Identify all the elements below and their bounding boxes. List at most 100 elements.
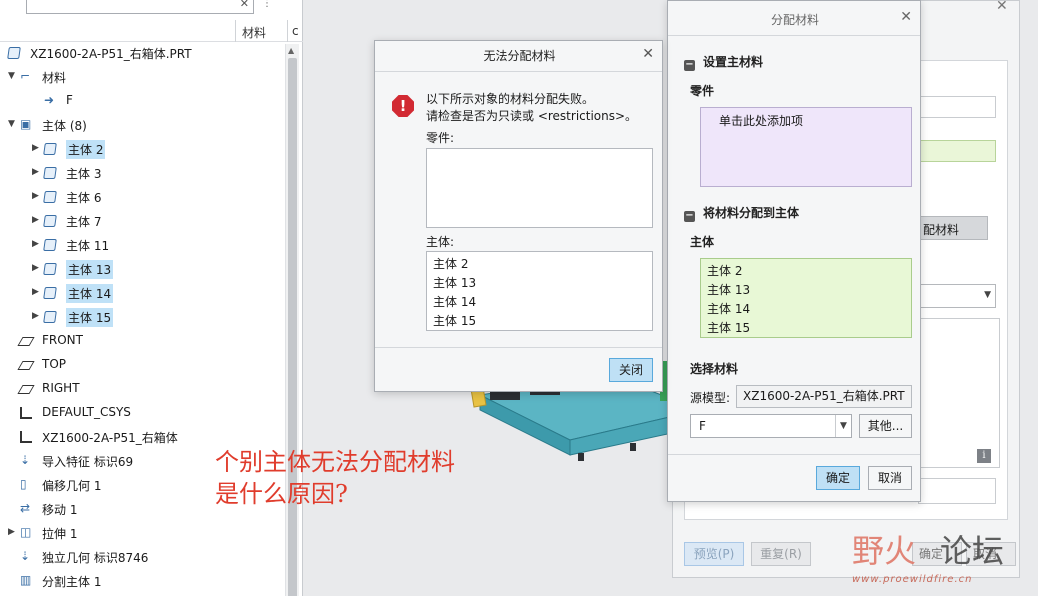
tree-row[interactable]: ▥ 分割主体 1 [0, 570, 284, 592]
tree-row[interactable]: ▶ 主体 13 [0, 258, 284, 280]
preview-button[interactable]: 预览(P) [684, 542, 744, 566]
tree-row[interactable]: ▶ 主体 7 [0, 210, 284, 232]
chevron-down-icon[interactable]: ▼ [835, 415, 851, 437]
tree-row-label: TOP [42, 357, 67, 371]
clear-icon[interactable]: ✕ [240, 0, 249, 10]
column-material-header[interactable]: 材料 [242, 24, 266, 41]
tree-row[interactable]: ▶ 主体 15 [0, 306, 284, 328]
datum-plane-icon [17, 337, 35, 346]
tree-row[interactable]: ▶ ◫ 拉伸 1 [0, 522, 284, 544]
assign-material-button[interactable]: 配材料 [918, 216, 988, 240]
dialog-title: 分配材料 [770, 13, 819, 27]
other-material-button[interactable]: 其他... [859, 414, 912, 438]
bodies-collector[interactable]: 主体 2 主体 13 主体 14 主体 15 [700, 258, 912, 338]
collapse-icon[interactable]: − [684, 211, 695, 222]
background-field[interactable] [918, 478, 996, 504]
collapse-icon[interactable]: − [684, 60, 695, 71]
tree-row-label: 主体 3 [66, 167, 102, 181]
tree-row[interactable]: TOP [0, 354, 284, 376]
expand-right-icon[interactable]: ▶ [32, 191, 42, 201]
list-item[interactable]: 主体 15 [433, 312, 646, 331]
split-body-icon: ▥ [20, 573, 32, 587]
background-list-area[interactable] [918, 318, 1000, 468]
tree-row[interactable]: ▶ 主体 6 [0, 186, 284, 208]
tree-row[interactable]: XZ1600-2A-P51_右箱体.PRT [0, 42, 284, 64]
close-icon[interactable]: ✕ [642, 46, 654, 62]
expand-right-icon[interactable]: ▶ [32, 215, 42, 225]
tree-scrollbar[interactable]: ▲ [285, 44, 299, 596]
expand-down-icon[interactable]: ▼ [8, 119, 18, 129]
tree-row[interactable]: ▼ ▣ 主体 (8) [0, 114, 284, 136]
body-icon [43, 167, 57, 179]
failed-parts-list[interactable] [426, 148, 653, 228]
tree-search-input[interactable]: ✕ [26, 0, 254, 14]
list-item[interactable]: 主体 14 [433, 293, 646, 312]
expand-down-icon[interactable]: ▼ [8, 71, 18, 81]
background-dropdown[interactable]: ▼ [918, 284, 996, 308]
parts-label: 零件: [426, 131, 455, 145]
material-select[interactable]: F ▼ [690, 414, 852, 438]
expand-right-icon[interactable]: ▶ [32, 311, 42, 321]
body-icon [7, 47, 21, 59]
source-model-field[interactable]: XZ1600-2A-P51_右箱体.PRT [736, 385, 912, 408]
body-icon [43, 263, 57, 275]
list-item[interactable]: 主体 15 [707, 319, 905, 338]
chevron-down-icon[interactable]: ▼ [984, 290, 991, 300]
tree-row[interactable]: ▼ ⌐ 材料 [0, 66, 284, 88]
list-item[interactable]: 主体 14 [707, 300, 905, 319]
list-item[interactable]: 主体 2 [707, 262, 905, 281]
ok-button[interactable]: 确定 [816, 466, 860, 490]
watermark-text: 论坛 [940, 532, 1005, 570]
select-material-label: 选择材料 [690, 362, 739, 376]
cancel-button[interactable]: 取消 [868, 466, 912, 490]
body-icon [43, 143, 57, 155]
tree-row[interactable]: ▶ 主体 14 [0, 282, 284, 304]
expand-right-icon[interactable]: ▶ [8, 527, 18, 537]
column-c-header[interactable]: c [292, 24, 299, 38]
close-button[interactable]: 关闭 [609, 358, 653, 382]
tree-row[interactable]: DEFAULT_CSYS [0, 402, 284, 424]
reset-button[interactable]: 重复(R) [751, 542, 811, 566]
background-field-highlighted[interactable] [918, 140, 996, 162]
column-separator[interactable] [287, 20, 288, 42]
annotation-line-2: 是什么原因? [215, 480, 348, 508]
list-item[interactable]: 主体 13 [707, 281, 905, 300]
watermark-text: 野火 [852, 532, 917, 570]
list-item[interactable]: 主体 13 [433, 274, 646, 293]
tree-scrollbar-thumb[interactable] [288, 58, 297, 596]
tree-row[interactable]: ⇣ 独立几何 标识8746 [0, 546, 284, 568]
expand-right-icon[interactable]: ▶ [32, 263, 42, 273]
failed-bodies-list[interactable]: 主体 2 主体 13 主体 14 主体 15 [426, 251, 653, 331]
close-icon[interactable]: ✕ [996, 0, 1008, 14]
info-icon[interactable]: i [977, 449, 991, 463]
tree-row-label: 导入特征 标识69 [42, 455, 134, 469]
csys-icon [20, 431, 32, 443]
body-icon [43, 311, 57, 323]
expand-right-icon[interactable]: ▶ [32, 287, 42, 297]
parts-placeholder: 单击此处添加项 [719, 114, 804, 128]
scroll-up-icon[interactable]: ▲ [288, 46, 294, 55]
tree-row[interactable]: ▶ 主体 11 [0, 234, 284, 256]
tree-row-label: RIGHT [42, 381, 80, 395]
tree-row-label: 主体 (8) [42, 119, 87, 133]
tree-row[interactable]: FRONT [0, 330, 284, 352]
tree-settings-icon[interactable]: ⋮ [262, 0, 274, 10]
expand-right-icon[interactable]: ▶ [32, 143, 42, 153]
tree-row[interactable]: ▶ 主体 3 [0, 162, 284, 184]
tree-row[interactable]: XZ1600-2A-P51_右箱体 [0, 426, 284, 448]
section-assign-to-bodies[interactable]: − 将材料分配到主体 [684, 204, 799, 222]
column-separator[interactable] [235, 20, 236, 42]
expand-right-icon[interactable]: ▶ [32, 167, 42, 177]
background-field[interactable] [918, 96, 996, 118]
tree-row[interactable]: ▶ 主体 2 [0, 138, 284, 160]
close-icon[interactable]: ✕ [900, 9, 912, 25]
tree-row[interactable]: RIGHT [0, 378, 284, 400]
parts-collector[interactable]: 单击此处添加项 [700, 107, 912, 187]
section-set-master-material[interactable]: − 设置主材料 [684, 53, 763, 71]
expand-right-icon[interactable]: ▶ [32, 239, 42, 249]
list-item[interactable]: 主体 2 [433, 255, 646, 274]
tree-row-label: 移动 1 [42, 503, 78, 517]
material-assigned-icon: ➜ [44, 93, 55, 107]
tree-row-label: 拉伸 1 [42, 527, 78, 541]
tree-row[interactable]: ➜ F [0, 90, 284, 112]
